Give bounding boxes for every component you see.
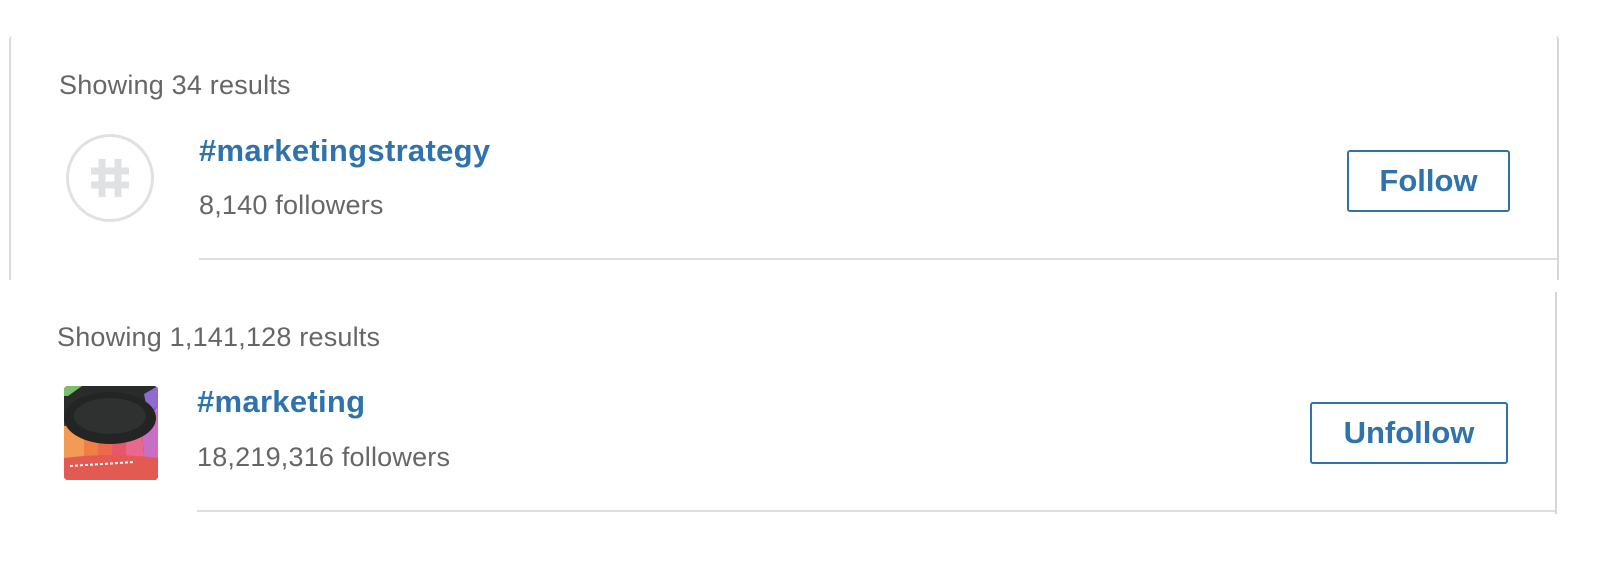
hash-symbol-icon [91, 159, 129, 197]
hashtag-link-marketingstrategy[interactable]: #marketingstrategy [199, 133, 490, 169]
hashtag-result-card: Showing 1,141,128 results #marketing 18, [9, 292, 1557, 514]
unfollow-button[interactable]: Unfollow [1310, 402, 1508, 464]
follow-button[interactable]: Follow [1347, 150, 1510, 212]
hashtag-link-marketing[interactable]: #marketing [197, 384, 365, 420]
hashtag-result-card: Showing 34 results #marketingstrategy 8,… [9, 36, 1559, 280]
divider [197, 510, 1555, 512]
follower-count: 8,140 followers [199, 190, 384, 220]
hashtag-icon[interactable] [66, 134, 154, 222]
marketing-wheel-photo-icon [64, 386, 158, 480]
divider [199, 258, 1557, 260]
results-count: Showing 34 results [59, 70, 291, 100]
hashtag-photo[interactable] [64, 386, 158, 480]
follower-count: 18,219,316 followers [197, 442, 451, 472]
search-results-page: Showing 34 results #marketingstrategy 8,… [0, 0, 1608, 576]
results-count: Showing 1,141,128 results [57, 322, 381, 352]
